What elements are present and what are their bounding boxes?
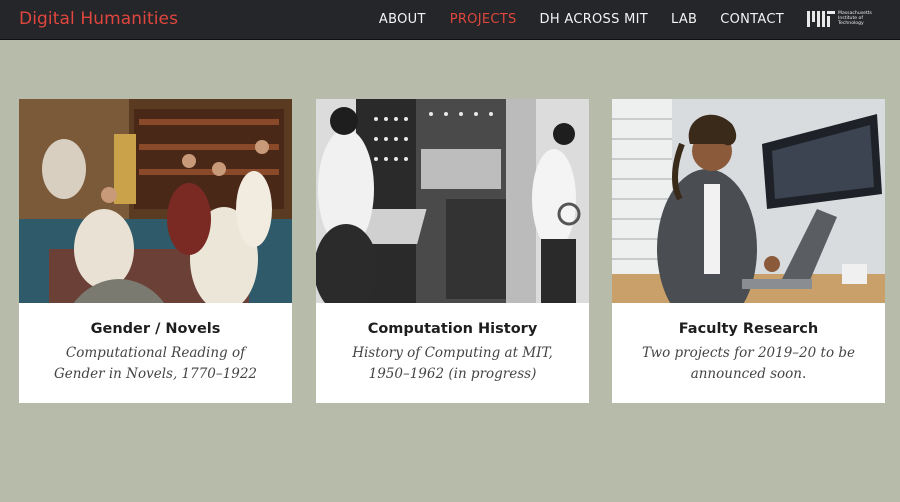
main-nav: ABOUT PROJECTS DH ACROSS MIT LAB CONTACT bbox=[379, 12, 784, 27]
nav-projects[interactable]: PROJECTS bbox=[450, 12, 517, 27]
nav-lab[interactable]: LAB bbox=[671, 12, 697, 27]
card-title[interactable]: Gender / Novels bbox=[19, 321, 292, 337]
card-subtitle: Two projects for 2019–20 to be announced… bbox=[641, 345, 856, 382]
nav-about[interactable]: ABOUT bbox=[379, 12, 426, 27]
project-card-gender-novels[interactable]: Gender / Novels Computational Reading of… bbox=[19, 99, 292, 403]
mit-logo-text: Massachusetts Institute of Technology bbox=[838, 11, 878, 26]
project-card-computation-history[interactable]: Computation History History of Computing… bbox=[316, 99, 589, 403]
card-subtitle: Computational Reading of Gender in Novel… bbox=[54, 345, 257, 382]
card-image-researcher[interactable] bbox=[612, 99, 885, 303]
card-title[interactable]: Faculty Research bbox=[612, 321, 885, 337]
mit-logo-line-3: Technology bbox=[838, 21, 864, 26]
card-image-vintage-computer[interactable] bbox=[316, 99, 589, 303]
nav-dh-across-mit[interactable]: DH ACROSS MIT bbox=[540, 12, 648, 27]
card-subtitle: History of Computing at MIT, 1950–1962 (… bbox=[352, 345, 553, 382]
card-title[interactable]: Computation History bbox=[316, 321, 589, 337]
project-card-faculty-research[interactable]: Faculty Research Two projects for 2019–2… bbox=[612, 99, 885, 403]
top-nav-bar: Digital Humanities ABOUT PROJECTS DH ACR… bbox=[0, 0, 900, 40]
mit-logo-icon bbox=[807, 11, 835, 27]
card-image-painting[interactable] bbox=[19, 99, 292, 303]
site-brand-link[interactable]: Digital Humanities bbox=[19, 9, 178, 29]
mit-logo[interactable]: Massachusetts Institute of Technology bbox=[807, 11, 879, 29]
nav-contact[interactable]: CONTACT bbox=[720, 12, 784, 27]
